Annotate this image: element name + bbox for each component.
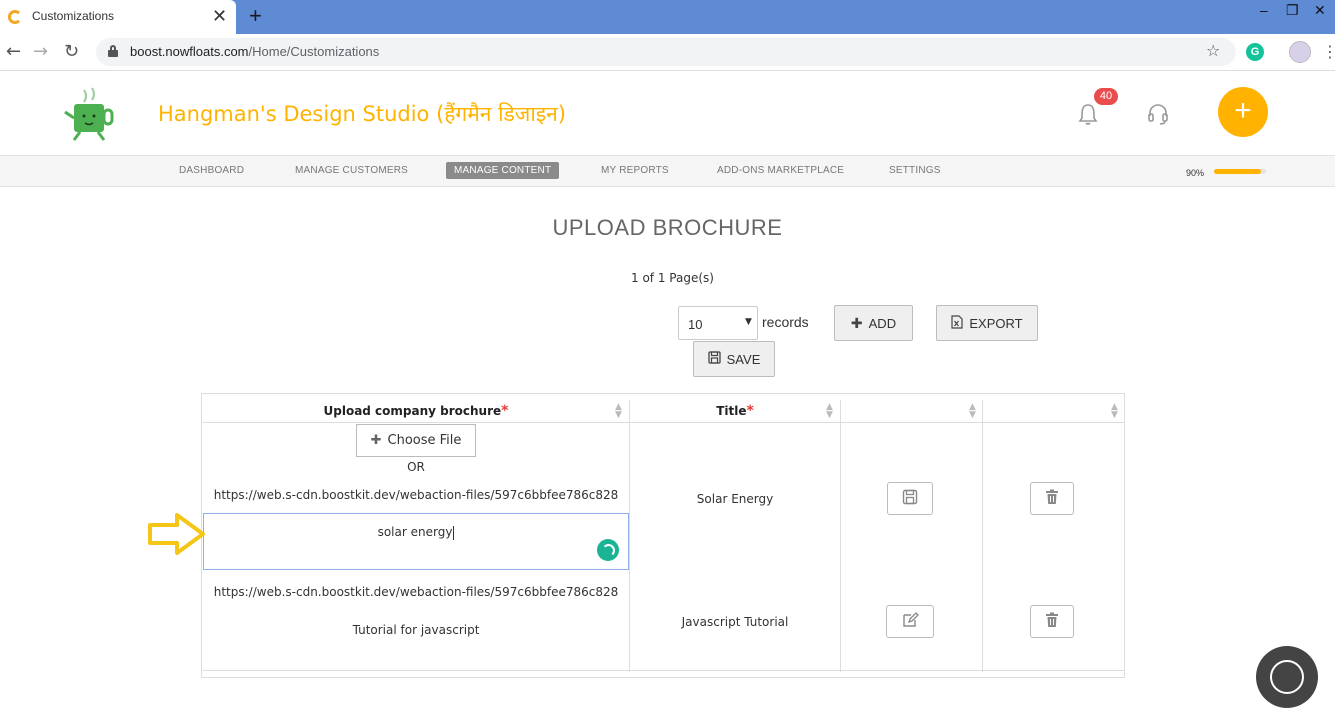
save-row-button[interactable] — [887, 482, 933, 515]
trash-icon — [1045, 489, 1059, 509]
column-header-title[interactable]: Title* ▲ ▼ — [630, 400, 840, 423]
nav-manage-content[interactable]: MANAGE CONTENT — [446, 162, 560, 179]
business-name: Hangman's Design Studio (हैंगमैन डिजाइन) — [158, 102, 566, 126]
edit-icon — [902, 611, 919, 632]
records-select-value: 10 — [688, 317, 703, 332]
brochure-title: Javascript Tutorial — [681, 615, 789, 629]
column-header-brochure-label: Upload company brochure — [323, 404, 502, 418]
nav-dashboard[interactable]: DASHBOARD — [179, 165, 244, 176]
restore-icon[interactable]: ❐ — [1286, 2, 1299, 19]
page-title: UPLOAD BROCHURE — [552, 215, 783, 240]
sort-icon[interactable]: ▲ ▼ — [969, 403, 976, 420]
notification-bell-icon[interactable] — [1077, 102, 1099, 126]
column-header-save[interactable]: ▲ ▼ — [841, 400, 982, 423]
plus-icon: ✚ — [370, 433, 382, 448]
chevron-down-icon: ▼ — [745, 317, 752, 327]
required-asterisk: * — [746, 403, 754, 419]
floppy-disk-icon — [902, 489, 918, 509]
choose-file-label: Choose File — [387, 433, 462, 448]
notification-count-badge: 40 — [1094, 88, 1118, 105]
profile-completion-bar — [1214, 169, 1266, 174]
address-bar: ← → ↻ boost.nowfloats.com/Home/Customiza… — [0, 34, 1335, 71]
back-icon[interactable]: ← — [6, 41, 21, 62]
edit-row-button[interactable] — [886, 605, 934, 638]
support-headset-icon[interactable] — [1146, 102, 1170, 126]
bookmark-star-icon[interactable]: ☆ — [1206, 41, 1220, 60]
column-header-delete[interactable]: ▲ ▼ — [983, 400, 1125, 423]
browser-tab[interactable]: Customizations ✕ — [0, 0, 236, 34]
profile-completion-fill — [1214, 169, 1261, 174]
table-bottom-border — [203, 670, 1125, 671]
pagination-info: 1 of 1 Page(s) — [631, 271, 714, 285]
choose-file-button[interactable]: ✚ Choose File — [356, 424, 476, 457]
minimize-icon[interactable]: – — [1260, 2, 1268, 18]
loading-spinner-icon — [597, 539, 619, 561]
column-divider — [982, 400, 983, 672]
url-input[interactable]: boost.nowfloats.com/Home/Customizations … — [96, 38, 1236, 66]
delete-row-button[interactable] — [1030, 605, 1074, 638]
text-cursor — [453, 525, 455, 540]
nav-manage-customers[interactable]: MANAGE CUSTOMERS — [295, 165, 408, 176]
add-button[interactable]: ✚ ADD — [834, 305, 913, 341]
nav-my-reports[interactable]: MY REPORTS — [601, 165, 669, 176]
grammarly-extension-icon[interactable]: G — [1246, 43, 1264, 61]
tab-close-icon[interactable]: ✕ — [212, 6, 227, 26]
favicon-icon — [8, 10, 22, 24]
tab-title: Customizations — [32, 9, 115, 23]
business-logo — [60, 84, 124, 142]
save-button-label: SAVE — [726, 351, 761, 367]
brochure-url[interactable]: https://web.s-cdn.boostkit.dev/webaction… — [203, 488, 629, 502]
plus-icon: ✚ — [850, 314, 863, 331]
nav-settings[interactable]: SETTINGS — [889, 165, 941, 176]
chat-icon — [1270, 660, 1304, 694]
window-close-icon[interactable]: ✕ — [1314, 2, 1326, 19]
new-tab-icon[interactable]: + — [249, 4, 262, 28]
reload-icon[interactable]: ↻ — [64, 41, 79, 62]
save-button[interactable]: SAVE — [693, 341, 775, 377]
url-path: /Home/Customizations — [248, 44, 380, 59]
required-asterisk: * — [501, 403, 509, 419]
sort-icon[interactable]: ▲ ▼ — [1111, 403, 1118, 420]
export-button[interactable]: EXPORT — [936, 305, 1038, 341]
sort-icon[interactable]: ▲ ▼ — [826, 403, 833, 420]
column-header-title-label: Title — [716, 404, 747, 418]
records-per-page-select[interactable]: 10 ▼ — [678, 306, 758, 340]
column-header-brochure[interactable]: Upload company brochure* ▲ ▼ — [203, 400, 629, 423]
delete-row-button[interactable] — [1030, 482, 1074, 515]
or-separator: OR — [407, 460, 425, 474]
brochure-title: Solar Energy — [696, 492, 774, 506]
quick-add-button[interactable]: + — [1218, 87, 1268, 137]
floppy-disk-icon — [707, 351, 721, 367]
excel-file-icon — [951, 314, 963, 332]
browser-tab-bar: Customizations ✕ + – ❐ ✕ — [0, 0, 1335, 34]
column-divider — [629, 400, 630, 672]
main-nav: DASHBOARD MANAGE CUSTOMERS MANAGE CONTEN… — [0, 155, 1335, 187]
brochure-description: Tutorial for javascript — [352, 623, 480, 637]
add-button-label: ADD — [868, 315, 897, 331]
trash-icon — [1045, 612, 1059, 632]
sort-icon[interactable]: ▲ ▼ — [615, 403, 622, 420]
nav-addons-marketplace[interactable]: ADD-ONS MARKETPLACE — [717, 165, 844, 176]
chat-widget-button[interactable] — [1256, 646, 1318, 708]
export-button-label: EXPORT — [969, 315, 1023, 331]
annotation-arrow-icon — [147, 512, 207, 556]
url-domain: boost.nowfloats.com — [130, 44, 249, 59]
column-divider — [840, 400, 841, 672]
brochure-table: Upload company brochure* ▲ ▼ Title* ▲ ▼ ▲ ▼… — [201, 393, 1125, 678]
profile-completion-label: 90% — [1186, 168, 1205, 178]
brochure-url[interactable]: https://web.s-cdn.boostkit.dev/webaction… — [203, 585, 629, 599]
brochure-description-input[interactable]: solar energy — [203, 513, 629, 570]
forward-icon[interactable]: → — [33, 41, 48, 62]
profile-avatar-icon[interactable] — [1289, 41, 1311, 63]
lock-icon — [108, 45, 118, 57]
records-label: records — [762, 314, 809, 330]
brochure-description-value: solar energy — [377, 525, 453, 539]
browser-menu-icon[interactable]: ⋮ — [1322, 42, 1335, 61]
